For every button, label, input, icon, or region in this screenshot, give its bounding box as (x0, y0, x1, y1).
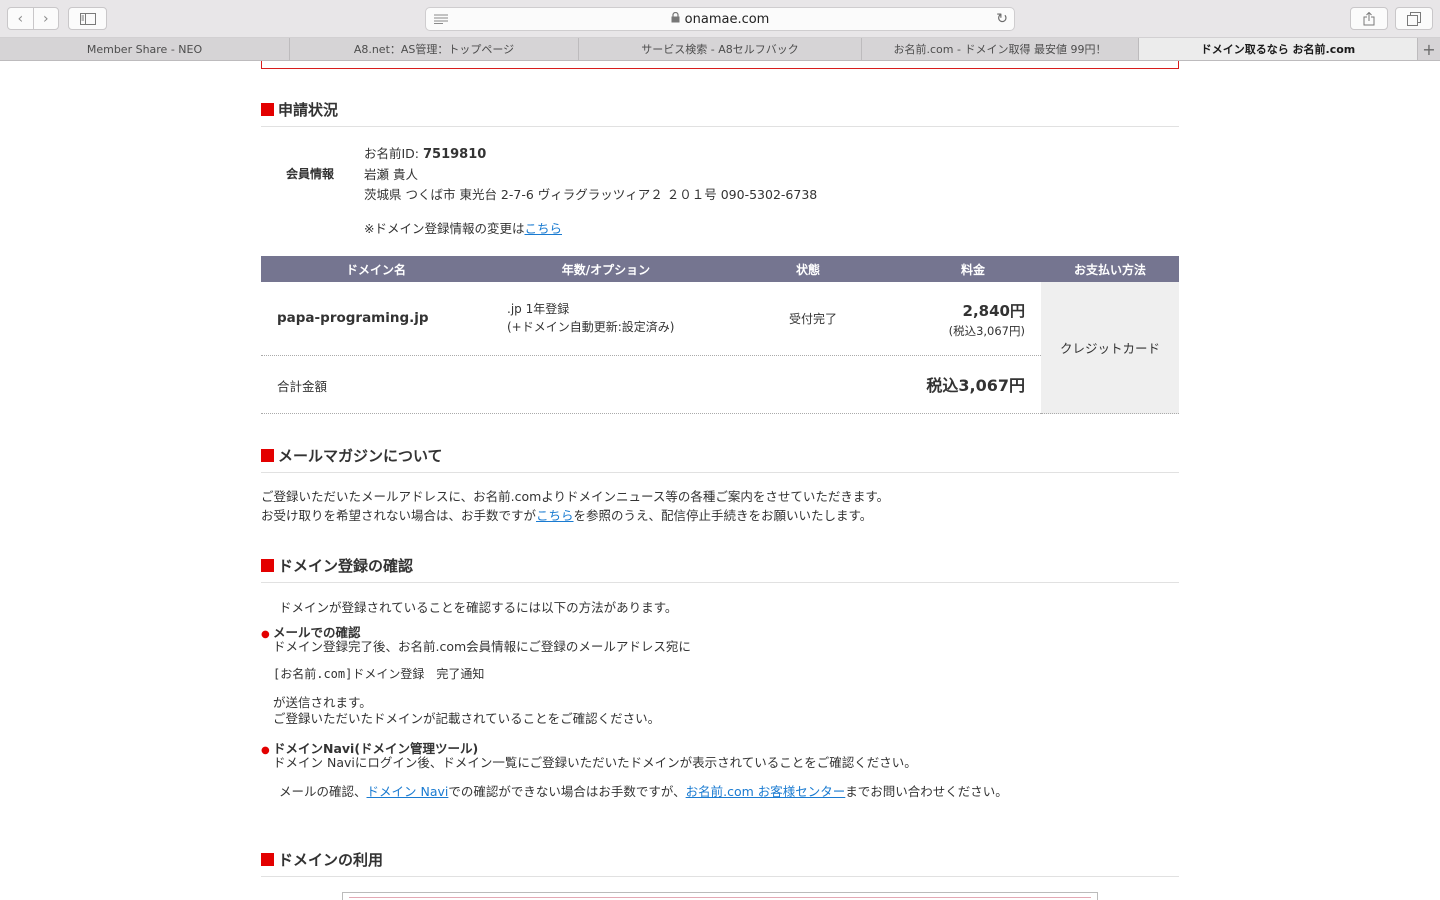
share-icon[interactable] (1350, 7, 1388, 30)
tab-bar: Member Share - NEO A8.net：AS管理：トップページ サー… (0, 38, 1440, 61)
change-note: ※ドメイン登録情報の変更はこちら (364, 221, 562, 236)
header-status: 状態 (795, 262, 820, 277)
reload-icon[interactable]: ↻ (996, 11, 1008, 27)
domain-name: papa-programing.jp (277, 310, 429, 326)
red-square-icon (261, 559, 274, 572)
total-row: 合計金額 税込3,067円 (261, 356, 1041, 414)
red-square-icon (261, 449, 274, 462)
header-domain: ドメイン名 (345, 262, 406, 277)
domain-navi-link[interactable]: ドメイン Navi (367, 784, 449, 799)
section-title-newsletter: メールマガジンについて (261, 445, 1179, 473)
nav-buttons: ‹ › (7, 7, 59, 30)
page-content: 申請状況 会員情報 お名前ID: 7519810 岩瀬 貴人 茨城県 つくば市 … (0, 61, 1440, 900)
back-icon[interactable]: ‹ (8, 8, 34, 29)
reader-icon[interactable] (434, 13, 448, 28)
member-info-label: 会員情報 (286, 167, 335, 181)
lock-icon (671, 11, 680, 27)
sidebar-toggle-icon[interactable] (68, 7, 107, 30)
contact-line: メールの確認、ドメイン Naviでの確認ができない場合はお手数ですが、お名前.c… (279, 784, 1008, 799)
tab-member-share[interactable]: Member Share - NEO (0, 38, 290, 60)
bullet-icon: ● (261, 629, 270, 640)
total-label: 合計金額 (277, 379, 328, 394)
previous-section-box (261, 61, 1179, 69)
price-value: 2,840円 (962, 302, 1025, 320)
header-payment: お支払い方法 (1073, 262, 1146, 277)
url-text: onamae.com (684, 11, 770, 27)
price-cell: 2,840円 (税込3,067円) (949, 300, 1025, 339)
table-row: papa-programing.jp .jp 1年登録 (+ドメイン自動更新:設… (261, 282, 1041, 356)
red-square-icon (261, 103, 274, 116)
usage-banner-line (349, 897, 1091, 898)
member-id-value: 7519810 (423, 147, 487, 162)
newsletter-text: ご登録いただいたメールアドレスに、お名前.comよりドメインニュース等の各種ご案… (261, 489, 890, 523)
mail-line1: ドメイン登録完了後、お名前.com会員情報にご登録のメールアドレス宛に (273, 639, 691, 654)
address-bar[interactable]: onamae.com ↻ (425, 7, 1015, 31)
mail-line3: ご登録いただいたドメインが記載されていることをご確認ください。 (273, 711, 661, 726)
header-option: 年数/オプション (561, 262, 651, 277)
header-price: 料金 (960, 262, 985, 277)
tab-overview-icon[interactable] (1395, 7, 1433, 30)
member-info: お名前ID: 7519810 岩瀬 貴人 茨城県 つくば市 東光台 2-7-6 … (364, 144, 817, 205)
section-title-usage: ドメインの利用 (261, 849, 1179, 877)
order-table: ドメイン名 年数/オプション 状態 料金 お支払い方法 papa-program… (261, 256, 1179, 414)
table-header: ドメイン名 年数/オプション 状態 料金 お支払い方法 (261, 256, 1179, 282)
mail-subject: [お名前.com]ドメイン登録 完了通知 (273, 667, 485, 681)
member-address: 茨城県 つくば市 東光台 2-7-6 ヴィラグラッツィア２ ２０１号 090-5… (364, 187, 818, 202)
new-tab-icon[interactable]: + (1418, 38, 1440, 60)
section-title-application: 申請状況 (261, 99, 1179, 127)
tab-a8-selfback[interactable]: サービス検索 - A8セルフバック (579, 38, 862, 60)
tab-onamae-top[interactable]: お名前.com - ドメイン取得 最安値 99円！ (862, 38, 1139, 60)
total-value: 税込3,067円 (926, 376, 1025, 395)
forward-icon[interactable]: › (34, 8, 59, 29)
member-id: お名前ID: 7519810 (364, 146, 487, 162)
member-name: 岩瀬 貴人 (364, 167, 418, 182)
tab-onamae-current[interactable]: ドメイン取るなら お名前.com (1139, 38, 1418, 60)
section-title-confirm: ドメイン登録の確認 (261, 555, 1179, 583)
price-tax: (税込3,067円) (948, 324, 1025, 338)
browser-toolbar: ‹ › onamae.com ↻ (0, 0, 1440, 38)
support-center-link[interactable]: お名前.com お客様センター (686, 784, 846, 799)
bullet-icon: ● (261, 745, 270, 756)
status-cell: 受付完了 (789, 312, 838, 326)
unsubscribe-link[interactable]: こちら (536, 508, 574, 523)
confirm-intro: ドメインが登録されていることを確認するには以下の方法があります。 (279, 600, 678, 615)
navi-line: ドメイン Naviにログイン後、ドメイン一覧にご登録いただいたドメインが表示され… (273, 755, 917, 770)
payment-cell: クレジットカード (1041, 282, 1179, 414)
option-cell: .jp 1年登録 (+ドメイン自動更新:設定済み) (507, 302, 675, 334)
change-info-link[interactable]: こちら (524, 221, 562, 236)
red-square-icon (261, 853, 274, 866)
tab-a8-as[interactable]: A8.net：AS管理：トップページ (290, 38, 579, 60)
usage-banner-frame (342, 892, 1098, 900)
